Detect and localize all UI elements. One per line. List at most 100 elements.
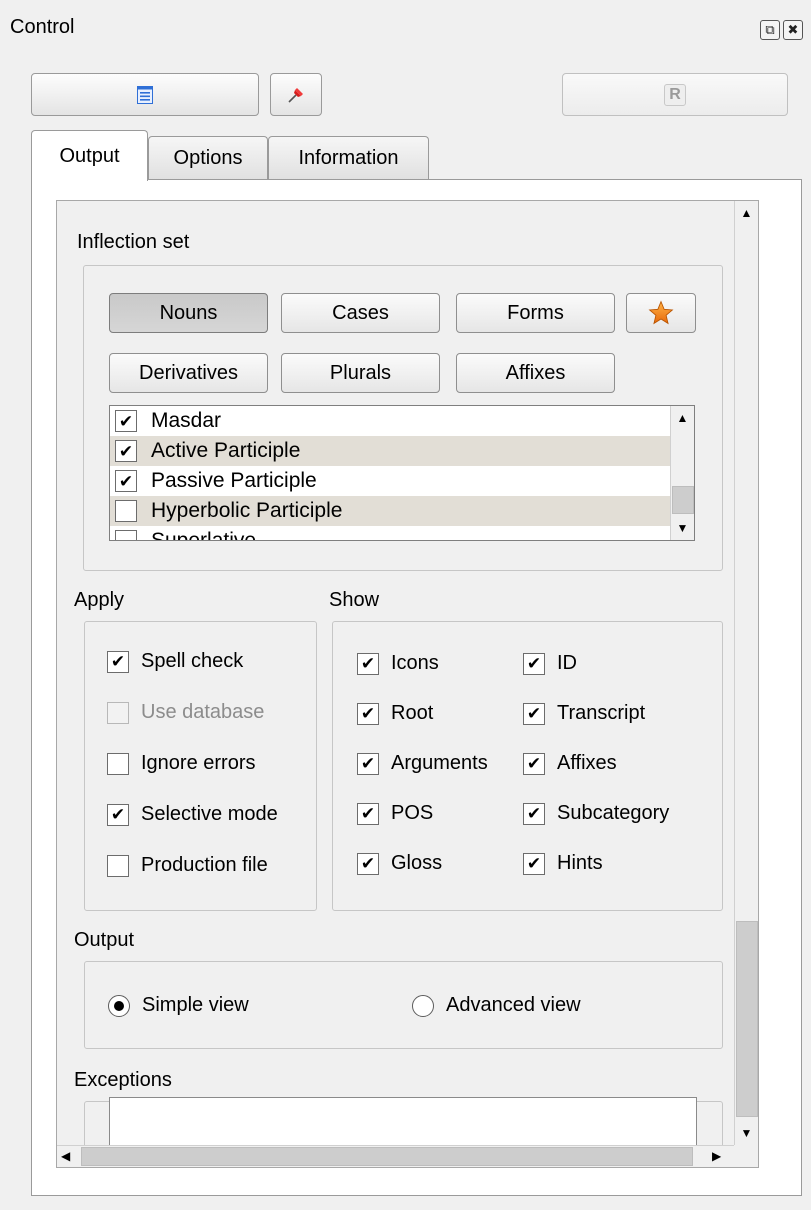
spell-check-label: Spell check	[141, 650, 244, 672]
scroll-up-icon[interactable]: ▲	[671, 406, 694, 430]
show-root-checkbox[interactable]: ✔	[357, 702, 379, 725]
list-item-masdar[interactable]: ✔ Masdar	[110, 406, 670, 436]
show-transcript-checkbox[interactable]: ✔	[523, 702, 545, 725]
advanced-view-option[interactable]: Advanced view	[412, 994, 581, 1017]
selective-mode-checkbox[interactable]: ✔	[107, 803, 129, 826]
selective-mode-option[interactable]: ✔ Selective mode	[107, 803, 278, 826]
show-subcategory-label: Subcategory	[557, 802, 670, 824]
float-icon[interactable]: ⧉	[760, 20, 780, 40]
selective-mode-label: Selective mode	[141, 803, 278, 825]
document-list-icon	[137, 85, 153, 104]
ignore-errors-option[interactable]: Ignore errors	[107, 752, 256, 775]
pin-button[interactable]	[270, 73, 322, 116]
spell-check-checkbox[interactable]: ✔	[107, 650, 129, 673]
advanced-view-radio[interactable]	[412, 994, 434, 1017]
pin-icon	[288, 87, 303, 103]
show-id-checkbox[interactable]: ✔	[523, 652, 545, 675]
show-transcript-option[interactable]: ✔ Transcript	[523, 702, 645, 725]
derivatives-list[interactable]: ✔ Masdar ✔ Active Participle ✔ Passive P…	[109, 405, 695, 541]
document-list-button[interactable]	[31, 73, 259, 116]
advanced-view-label: Advanced view	[446, 994, 581, 1016]
radio-selected-dot	[114, 1000, 124, 1011]
horizontal-scroll-thumb[interactable]	[81, 1147, 693, 1166]
show-pos-checkbox[interactable]: ✔	[357, 802, 379, 825]
list-item-checkbox[interactable]	[115, 530, 137, 540]
forms-button[interactable]: Forms	[456, 293, 615, 333]
list-scrollbar[interactable]: ▲ ▼	[670, 406, 694, 540]
scroll-up-icon[interactable]: ▲	[735, 201, 758, 225]
show-subcategory-checkbox[interactable]: ✔	[523, 802, 545, 825]
show-icons-checkbox[interactable]: ✔	[357, 652, 379, 675]
list-item-superlative[interactable]: Superlative	[110, 526, 670, 540]
show-gloss-option[interactable]: ✔ Gloss	[357, 852, 442, 875]
star-icon	[648, 300, 674, 325]
simple-view-label: Simple view	[142, 994, 249, 1016]
panel-title: Control	[10, 16, 75, 38]
list-scroll-thumb[interactable]	[672, 486, 694, 514]
list-item-hyperbolic-participle[interactable]: Hyperbolic Participle	[110, 496, 670, 526]
cases-button[interactable]: Cases	[281, 293, 440, 333]
scroll-right-icon[interactable]: ▶	[712, 1149, 721, 1163]
show-hints-checkbox[interactable]: ✔	[523, 852, 545, 875]
production-file-option[interactable]: Production file	[107, 854, 268, 877]
production-file-checkbox[interactable]	[107, 854, 129, 877]
show-affixes-label: Affixes	[557, 752, 617, 774]
show-gloss-checkbox[interactable]: ✔	[357, 852, 379, 875]
scroll-left-icon[interactable]: ◀	[61, 1149, 70, 1163]
list-item-checkbox[interactable]: ✔	[115, 410, 137, 432]
show-arguments-checkbox[interactable]: ✔	[357, 752, 379, 775]
r-button[interactable]: R	[562, 73, 788, 116]
show-gloss-label: Gloss	[391, 852, 443, 874]
spell-check-option[interactable]: ✔ Spell check	[107, 650, 243, 673]
exceptions-label: Exceptions	[74, 1069, 172, 1091]
show-icons-label: Icons	[391, 652, 439, 674]
show-pos-label: POS	[391, 802, 434, 824]
show-label: Show	[329, 589, 380, 611]
apply-label: Apply	[74, 589, 125, 611]
affixes-button[interactable]: Affixes	[456, 353, 615, 393]
exceptions-input[interactable]	[109, 1097, 697, 1145]
list-item-passive-participle[interactable]: ✔ Passive Participle	[110, 466, 670, 496]
nouns-button[interactable]: Nouns	[109, 293, 268, 333]
horizontal-scrollbar[interactable]: ◀ ▶	[57, 1145, 734, 1167]
list-item-active-participle[interactable]: ✔ Active Participle	[110, 436, 670, 466]
list-item-label: Passive Participle	[151, 469, 317, 492]
output-group: Simple view Advanced view	[84, 961, 723, 1049]
list-item-checkbox[interactable]	[115, 500, 137, 522]
list-item-label: Masdar	[151, 409, 222, 432]
show-subcategory-option[interactable]: ✔ Subcategory	[523, 802, 669, 825]
ignore-errors-label: Ignore errors	[141, 752, 256, 774]
derivatives-button[interactable]: Derivatives	[109, 353, 268, 393]
show-affixes-checkbox[interactable]: ✔	[523, 752, 545, 775]
show-transcript-label: Transcript	[557, 702, 646, 724]
show-affixes-option[interactable]: ✔ Affixes	[523, 752, 617, 775]
show-icons-option[interactable]: ✔ Icons	[357, 652, 439, 675]
show-root-label: Root	[391, 702, 434, 724]
simple-view-radio[interactable]	[108, 994, 130, 1017]
show-id-option[interactable]: ✔ ID	[523, 652, 577, 675]
show-hints-option[interactable]: ✔ Hints	[523, 852, 603, 875]
vertical-scrollbar[interactable]: ▲ ▼	[734, 201, 758, 1145]
tab-information[interactable]: Information	[268, 136, 429, 180]
tab-options[interactable]: Options	[148, 136, 268, 180]
use-database-option: Use database	[107, 701, 264, 724]
vertical-scroll-thumb[interactable]	[736, 921, 758, 1117]
inflection-set-label: Inflection set	[77, 231, 190, 253]
show-root-option[interactable]: ✔ Root	[357, 702, 433, 725]
ignore-errors-checkbox[interactable]	[107, 752, 129, 775]
tab-output[interactable]: Output	[31, 130, 148, 181]
apply-group: ✔ Spell check Use database Ignore errors…	[84, 621, 317, 911]
scroll-down-icon[interactable]: ▼	[735, 1121, 758, 1145]
plurals-button[interactable]: Plurals	[281, 353, 440, 393]
list-item-checkbox[interactable]: ✔	[115, 470, 137, 492]
scroll-down-icon[interactable]: ▼	[671, 516, 694, 540]
output-content: Inflection set Nouns Cases Forms Derivat…	[57, 201, 733, 1145]
list-item-checkbox[interactable]: ✔	[115, 440, 137, 462]
use-database-checkbox	[107, 701, 129, 724]
show-arguments-label: Arguments	[391, 752, 488, 774]
simple-view-option[interactable]: Simple view	[108, 994, 249, 1017]
show-arguments-option[interactable]: ✔ Arguments	[357, 752, 488, 775]
favorites-button[interactable]	[626, 293, 696, 333]
close-icon[interactable]: ✖	[783, 20, 803, 40]
show-pos-option[interactable]: ✔ POS	[357, 802, 433, 825]
